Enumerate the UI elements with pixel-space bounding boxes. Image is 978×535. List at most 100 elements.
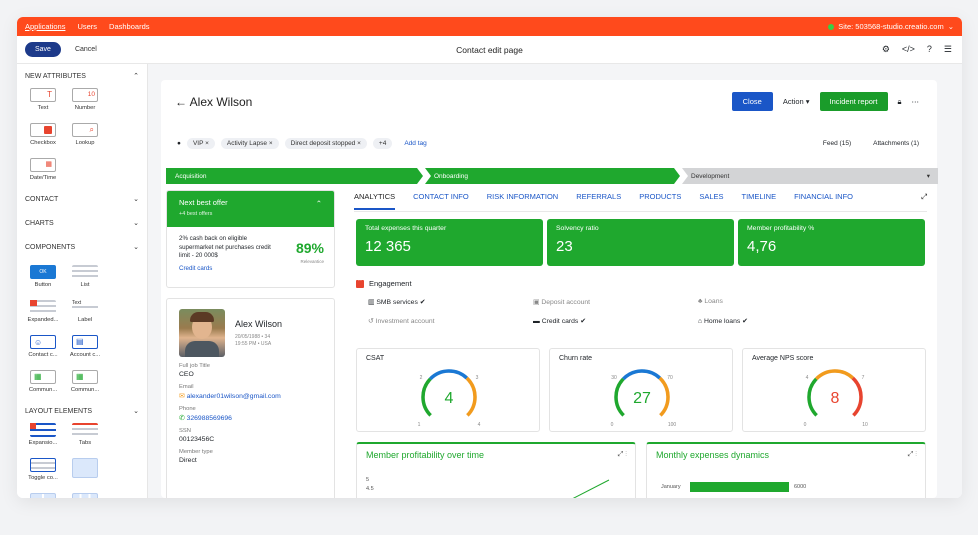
- section-new-attributes[interactable]: NEW ATTRIBUTES ⌃: [17, 64, 147, 88]
- chart-monthly-expenses: Monthly expenses dynamics ⤢ ⋮ January 60…: [646, 442, 926, 498]
- stage-progress-bar: Acquisition Onboarding Development ▾: [166, 168, 938, 184]
- settings-gear-icon[interactable]: ⚙: [882, 44, 890, 55]
- section-title: NEW ATTRIBUTES: [25, 72, 86, 80]
- gauge-segment-high: [851, 376, 863, 417]
- tag-label: Activity Lapse: [226, 140, 268, 147]
- tab-dashboards[interactable]: Dashboards: [109, 22, 149, 31]
- tab-timeline[interactable]: TIMELINE: [742, 192, 777, 210]
- field-value: CEO: [179, 371, 194, 378]
- tab-financial-info[interactable]: FINANCIAL INFO: [794, 192, 853, 210]
- stage-acquisition[interactable]: Acquisition: [166, 168, 423, 184]
- tab-applications[interactable]: Applications: [25, 22, 65, 31]
- layout-expansion[interactable]: Expansio...: [25, 423, 61, 446]
- comp-account-card[interactable]: ▤ Account c...: [67, 335, 103, 358]
- layout-column-1[interactable]: [67, 458, 103, 481]
- tile-label: Tabs: [78, 440, 92, 446]
- layout-column-2[interactable]: [25, 493, 61, 498]
- gauge-tick-label: 2: [420, 375, 423, 381]
- bar-value-label: 6000: [794, 484, 807, 490]
- label-preview: Text: [72, 300, 82, 306]
- gauge-tick-label: 7: [862, 375, 865, 381]
- engagement-header[interactable]: ⌃ Engagement: [356, 279, 412, 288]
- layout-tabs[interactable]: Tabs: [67, 423, 103, 446]
- add-tag-link[interactable]: Add tag: [404, 140, 426, 147]
- chevron-up-icon: ⌃: [133, 73, 139, 80]
- comp-expanded[interactable]: Expanded...: [25, 300, 61, 323]
- mail-icon: ✉: [179, 393, 185, 400]
- tab-referrals[interactable]: REFERRALS: [576, 192, 621, 210]
- tile-label: Lookup: [75, 140, 95, 146]
- save-button[interactable]: Save: [25, 42, 61, 57]
- canvas-area: ← Alex Wilson Close Action ▾ Incident re…: [148, 64, 962, 498]
- lock-icon[interactable]: 🔒︎: [898, 97, 902, 107]
- attr-text[interactable]: T Text: [25, 88, 61, 111]
- feed-link[interactable]: Feed (15): [823, 140, 851, 147]
- communication-icon: ▦: [72, 370, 98, 384]
- tab-analytics[interactable]: ANALYTICS: [354, 192, 396, 210]
- phone-text: 326988569696: [186, 415, 232, 422]
- contact-page-card: ← Alex Wilson Close Action ▾ Incident re…: [161, 80, 938, 498]
- product-label: Home loans: [704, 318, 741, 325]
- tag-chip[interactable]: Activity Lapse ×: [220, 138, 279, 149]
- email-value[interactable]: ✉ alexander01wilson@gmail.com: [179, 392, 322, 400]
- layout-toggle[interactable]: Toggle co...: [25, 458, 61, 481]
- product-label: Deposit account: [541, 299, 591, 306]
- tile-label: Date/Time: [29, 175, 57, 181]
- comp-label[interactable]: Text Label: [67, 300, 103, 323]
- tag-chip[interactable]: Direct deposit stopped ×: [284, 138, 367, 149]
- section-layout-elements[interactable]: LAYOUT ELEMENTS ⌄: [17, 399, 147, 423]
- attr-datetime[interactable]: ▦ Date/Time: [25, 158, 61, 181]
- phone-value[interactable]: ✆ 326988569696: [179, 414, 322, 422]
- code-icon[interactable]: </>: [902, 44, 915, 55]
- stage-development[interactable]: Development ▾: [682, 168, 938, 184]
- comp-button[interactable]: OK Button: [25, 265, 61, 288]
- attr-lookup[interactable]: ⌕ Lookup: [67, 123, 103, 146]
- chart-actions[interactable]: ⤢ ⋮: [908, 451, 917, 459]
- gauge-segment-low: [614, 377, 625, 417]
- tab-risk-information[interactable]: RISK INFORMATION: [487, 192, 559, 210]
- gauge-segment-mid: [429, 369, 468, 381]
- more-icon[interactable]: ⋯: [912, 97, 920, 106]
- nbo-link[interactable]: Credit cards: [179, 265, 322, 274]
- tile-label: Contact c...: [28, 352, 58, 358]
- chevron-down-icon: ⌄: [133, 196, 139, 203]
- site-selector[interactable]: Site: 503568-studio.creatio.com ⌄: [828, 22, 954, 31]
- section-charts[interactable]: CHARTS ⌄: [17, 211, 147, 235]
- comp-list[interactable]: List: [67, 265, 103, 288]
- section-components[interactable]: COMPONENTS ⌄: [17, 235, 147, 259]
- tab-sales[interactable]: SALES: [699, 192, 723, 210]
- comp-communication-1[interactable]: ▦ Commun...: [25, 370, 61, 393]
- field-label: Email: [179, 384, 194, 390]
- credit-card-icon: ▬: [533, 318, 540, 325]
- more-tags[interactable]: +4: [372, 138, 393, 149]
- attr-number[interactable]: 10 Number: [67, 88, 103, 111]
- stage-onboarding[interactable]: Onboarding: [425, 168, 680, 184]
- gauge-tick-label: 70: [667, 375, 673, 381]
- gauge-churn-rate: Churn rate 27 0 100 30 70: [549, 348, 733, 432]
- check-icon: ✔: [580, 318, 586, 325]
- action-dropdown[interactable]: Action ▾: [783, 97, 810, 106]
- comp-contact-card[interactable]: ☺ Contact c...: [25, 335, 61, 358]
- expand-icon[interactable]: ⤢: [921, 192, 927, 202]
- incident-report-button[interactable]: Incident report: [819, 92, 888, 111]
- tag-chip[interactable]: VIP ×: [186, 138, 215, 149]
- close-button[interactable]: Close: [731, 92, 773, 111]
- tab-products[interactable]: PRODUCTS: [639, 192, 681, 210]
- nbo-header[interactable]: Next best offer +4 best offers ⌃: [167, 191, 334, 227]
- comp-communication-2[interactable]: ▦ Commun...: [67, 370, 103, 393]
- field-label: Full job Title: [179, 363, 210, 369]
- tag-label: VIP: [192, 140, 204, 147]
- sliders-icon[interactable]: ☰: [944, 44, 952, 55]
- cancel-button[interactable]: Cancel: [75, 46, 97, 53]
- back-arrow-icon[interactable]: ←: [175, 95, 187, 109]
- attachments-link[interactable]: Attachments (1): [873, 140, 919, 147]
- tab-users[interactable]: Users: [77, 22, 97, 31]
- field-member-type: Member type Direct: [179, 449, 322, 464]
- help-icon[interactable]: ?: [927, 44, 932, 55]
- layout-column-3[interactable]: [67, 493, 103, 498]
- nbo-relevance-label: Relevantice: [300, 258, 324, 264]
- section-contact[interactable]: CONTACT ⌄: [17, 187, 147, 211]
- chevron-down-icon: ⌄: [133, 244, 139, 251]
- tab-contact-info[interactable]: CONTACT INFO: [413, 192, 469, 210]
- attr-checkbox[interactable]: Checkbox: [25, 123, 61, 146]
